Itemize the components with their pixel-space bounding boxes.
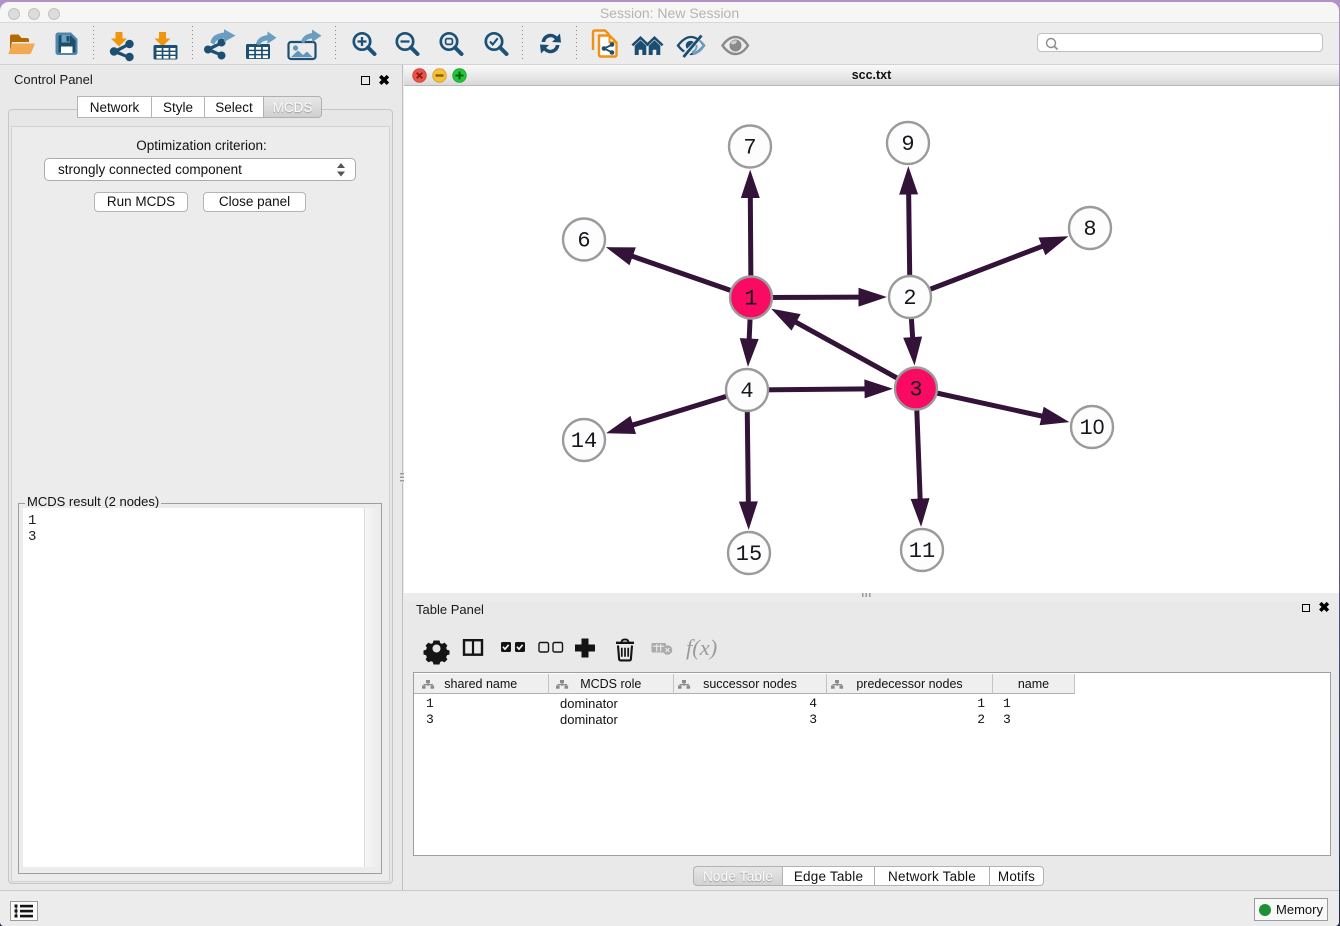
svg-text:15: 15 — [736, 542, 762, 567]
svg-text:1: 1 — [744, 287, 757, 312]
svg-text:10: 10 — [1080, 416, 1105, 441]
svg-text:11: 11 — [909, 539, 935, 564]
svg-text:14: 14 — [571, 429, 597, 454]
svg-text:2: 2 — [903, 286, 916, 311]
svg-text:7: 7 — [743, 136, 756, 161]
svg-text:f(x): f(x) — [686, 635, 717, 660]
svg-text:8: 8 — [1083, 217, 1096, 242]
svg-text:4: 4 — [740, 379, 753, 404]
svg-text:6: 6 — [577, 229, 590, 254]
svg-text:3: 3 — [909, 378, 922, 403]
svg-text:9: 9 — [901, 132, 914, 157]
